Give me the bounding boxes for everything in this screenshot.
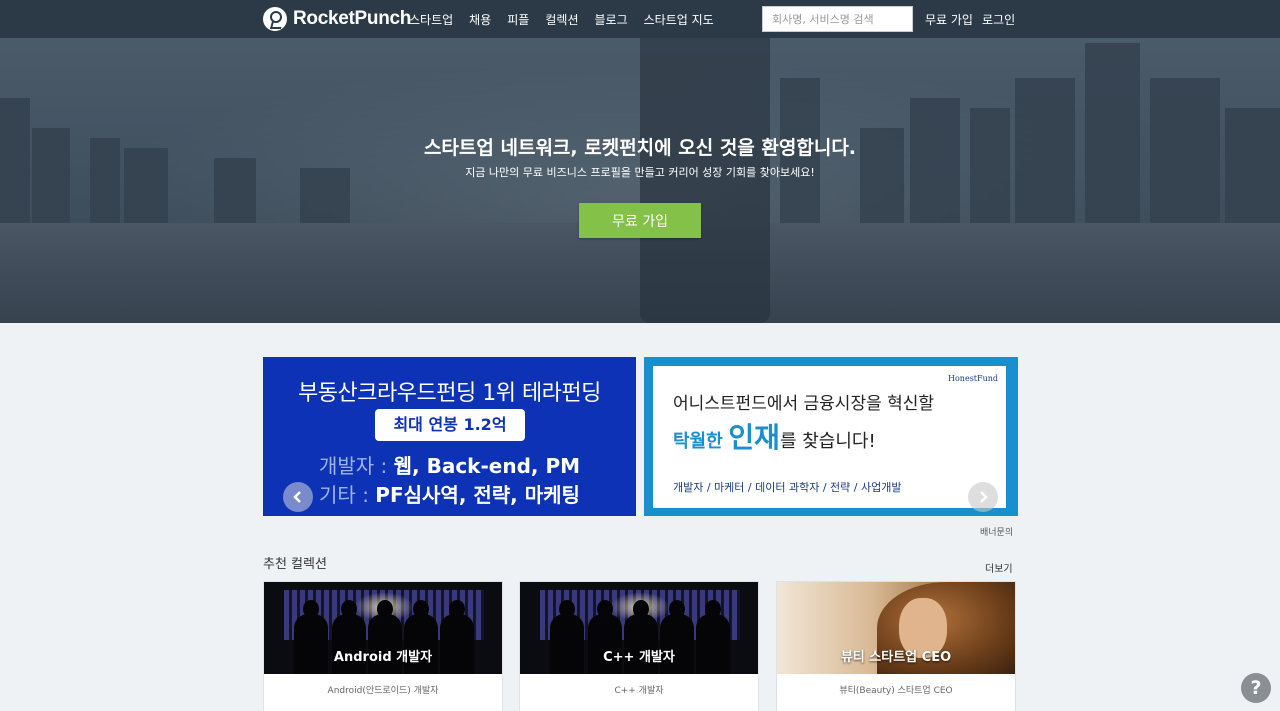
banner-headline: 어니스트펀드에서 금융시장을 혁신할 — [673, 394, 935, 414]
honestfund-card: HonestFund 어니스트펀드에서 금융시장을 혁신할 탁월한 인재를 찾습… — [653, 366, 1006, 508]
carousel-next-button[interactable] — [968, 482, 998, 512]
silhouette — [368, 600, 402, 674]
banner-inquiry-link[interactable]: 배너문의 — [980, 525, 1013, 538]
nav-people[interactable]: 피플 — [507, 11, 529, 28]
collection-card-image: 뷰티 스타트업 CEO — [777, 582, 1015, 674]
silhouette — [550, 600, 584, 674]
free-signup-button[interactable]: 무료 가입 — [579, 203, 701, 238]
collection-card-title: C++ 개발자 — [603, 650, 675, 665]
rocketpunch-logo-icon — [263, 7, 287, 31]
logo-text: RocketPunch — [293, 8, 412, 29]
recommended-collections-title: 추천 컬렉션 — [263, 557, 327, 572]
silhouette — [660, 600, 694, 674]
banner-subheadline: 탁월한 인재를 찾습니다! — [673, 416, 876, 456]
collection-card[interactable]: Android 개발자 Android(안드로이드) 개발자 — [263, 581, 503, 711]
silhouette — [624, 600, 658, 674]
banner-row-key: 기타 : — [319, 483, 369, 507]
nav-collections[interactable]: 컬렉션 — [545, 11, 578, 28]
banner-row-developer: 개발자 : 웹, Back-end, PM — [263, 450, 636, 479]
search-input[interactable] — [762, 6, 913, 32]
hero-title: 스타트업 네트워크, 로켓펀치에 오신 것을 환영합니다. — [423, 137, 857, 159]
chevron-left-icon — [293, 491, 301, 503]
silhouette — [440, 600, 474, 674]
banner-row-value: 웹, Back-end, PM — [393, 454, 581, 478]
collection-card-desc: 뷰티(Beauty) 스타트업 CEO — [839, 686, 953, 696]
collection-card[interactable]: 뷰티 스타트업 CEO 뷰티(Beauty) 스타트업 CEO — [776, 581, 1016, 711]
nav-jobs[interactable]: 채용 — [469, 11, 491, 28]
carousel-prev-button[interactable] — [283, 482, 313, 512]
silhouette — [404, 600, 438, 674]
signup-link[interactable]: 무료 가입 — [925, 11, 973, 28]
banner-suffix-text: 를 찾습니다! — [779, 431, 876, 452]
silhouette — [332, 600, 366, 674]
honestfund-banner[interactable]: HonestFund 어니스트펀드에서 금융시장을 혁신할 탁월한 인재를 찾습… — [644, 357, 1018, 516]
silhouette — [588, 600, 622, 674]
collection-card-desc: C++ 개발자 — [614, 686, 664, 696]
collection-card-desc: Android(안드로이드) 개발자 — [327, 686, 439, 696]
chevron-right-icon — [980, 491, 988, 503]
top-navbar: RocketPunch 스타트업 채용 피플 컬렉션 블로그 스타트업 지도 무… — [0, 0, 1280, 38]
main-nav: 스타트업 채용 피플 컬렉션 블로그 스타트업 지도 — [409, 0, 730, 38]
salary-badge: 최대 연봉 1.2억 — [375, 409, 525, 441]
highlight-text: 탁월한 — [673, 431, 723, 452]
banner-role-tags: 개발자 / 마케터 / 데이터 과학자 / 전략 / 사업개발 — [673, 481, 902, 494]
collection-card-image: Android 개발자 — [264, 582, 502, 674]
collection-card[interactable]: C++ 개발자 C++ 개발자 — [519, 581, 759, 711]
silhouette — [696, 600, 730, 674]
collection-card-title: 뷰티 스타트업 CEO — [840, 650, 952, 665]
highlight-big-text: 인재 — [728, 421, 780, 454]
hero-overlay — [0, 38, 1280, 323]
auth-links: 무료 가입 로그인 — [925, 0, 1024, 38]
honestfund-logo: HonestFund — [948, 374, 998, 383]
banner-row-value: PF심사역, 전략, 마케팅 — [375, 483, 580, 507]
nav-blog[interactable]: 블로그 — [594, 11, 627, 28]
terafunding-banner[interactable]: 부동산크라우드펀딩 1위 테라펀딩 최대 연봉 1.2억 개발자 : 웹, Ba… — [263, 357, 636, 516]
nav-startup-map[interactable]: 스타트업 지도 — [644, 11, 714, 28]
collection-card-title: Android 개발자 — [333, 650, 433, 665]
hero-banner: 스타트업 네트워크, 로켓펀치에 오신 것을 환영합니다. 지금 나만의 무료 … — [0, 38, 1280, 323]
hero-subtitle: 지금 나만의 무료 비즈니스 프로필을 만들고 커리어 성장 기회를 찾아보세요… — [465, 166, 815, 179]
nav-startups[interactable]: 스타트업 — [409, 11, 453, 28]
banner-row-other: 기타 : PF심사역, 전략, 마케팅 — [263, 479, 636, 508]
silhouette — [294, 600, 328, 674]
banner-row-key: 개발자 : — [318, 454, 388, 478]
collection-card-image: C++ 개발자 — [520, 582, 758, 674]
login-link[interactable]: 로그인 — [982, 11, 1015, 28]
question-icon[interactable]: ? — [1241, 673, 1271, 703]
more-link[interactable]: 더보기 — [985, 560, 1013, 575]
rocketpunch-logo[interactable]: RocketPunch — [263, 7, 411, 31]
banner-title: 부동산크라우드펀딩 1위 테라펀딩 — [298, 381, 601, 406]
